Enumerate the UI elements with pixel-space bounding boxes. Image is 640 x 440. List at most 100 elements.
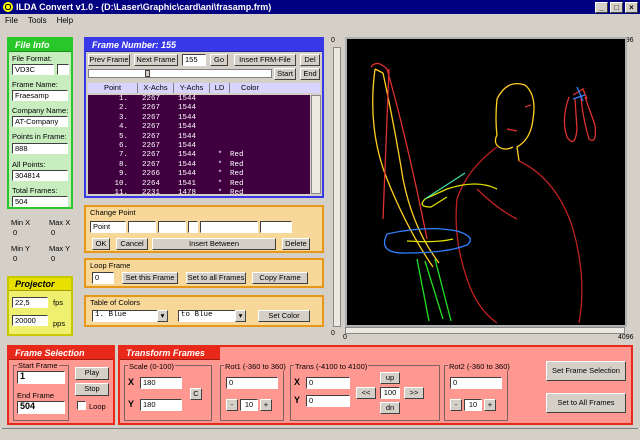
loop-frame-field[interactable]: 0 — [92, 272, 114, 284]
table-row[interactable]: 5. 2267 1544 — [88, 133, 310, 142]
scale-y-field[interactable]: 180 — [140, 399, 182, 411]
trans-down-button[interactable]: dn — [380, 402, 400, 414]
table-cell: 1544 — [178, 95, 197, 103]
cp-x-field[interactable] — [128, 221, 156, 233]
end-button[interactable]: End — [300, 68, 320, 80]
table-row[interactable]: 2. 2267 1544 — [88, 104, 310, 113]
end-frame-field[interactable]: 504 — [17, 401, 65, 414]
cancel-button[interactable]: Cancel — [116, 238, 148, 250]
table-row[interactable]: 11. 2231 1478 * Red — [88, 189, 310, 194]
cp-extra-field[interactable] — [260, 221, 292, 233]
prev-frame-button[interactable]: Prev Frame — [88, 54, 130, 66]
trans-up-button[interactable]: up — [380, 372, 400, 384]
rot2-increase-button[interactable]: + — [484, 399, 496, 411]
start-frame-field[interactable]: 1 — [17, 371, 65, 384]
stop-button[interactable]: Stop — [75, 383, 109, 396]
from-color-dropdown-icon[interactable]: ▾ — [157, 310, 168, 322]
to-color-dropdown-icon[interactable]: ▾ — [235, 310, 246, 322]
set-to-all-frames-transform-button[interactable]: Set to All Frames — [546, 393, 626, 413]
point-field[interactable]: Point — [90, 221, 126, 233]
trans-y-field[interactable]: 0 — [306, 395, 350, 407]
table-row[interactable]: 9. 2266 1544 * Red — [88, 170, 310, 179]
table-row[interactable]: 4. 2267 1544 — [88, 123, 310, 132]
table-row[interactable]: 10. 2264 1541 * Red — [88, 180, 310, 189]
table-row[interactable]: 7. 2267 1544 * Red — [88, 151, 310, 160]
table-cell: 9. — [118, 170, 128, 179]
start-button[interactable]: Start — [274, 68, 296, 80]
max-y-value: 0 — [51, 254, 56, 263]
next-frame-button[interactable]: Next Frame — [134, 54, 178, 66]
table-cell: 1544 — [178, 113, 197, 122]
close-button[interactable]: × — [625, 1, 638, 13]
frame-number-field[interactable]: 155 — [182, 54, 206, 66]
del-button[interactable]: Del — [300, 54, 320, 66]
cp-ld-checkbox[interactable] — [188, 221, 198, 233]
ruler-bottom-right: 4096 — [618, 334, 634, 341]
trans-x-field[interactable]: 0 — [306, 377, 350, 389]
vertical-ruler-scrollbar[interactable] — [333, 47, 341, 327]
trans-left-button[interactable]: << — [356, 387, 376, 399]
file-format-field[interactable]: VD3C — [12, 64, 54, 75]
file-format-extra-field[interactable] — [57, 64, 69, 75]
cp-color-select[interactable] — [200, 221, 258, 233]
set-color-button[interactable]: Set Color — [258, 310, 310, 322]
rot2-step-field[interactable]: 10 — [464, 399, 482, 411]
copy-frame-button[interactable]: Copy Frame — [252, 272, 308, 284]
trans-right-button[interactable]: >> — [404, 387, 424, 399]
table-cell: 1541 — [178, 179, 197, 188]
points-table-scrollbar[interactable] — [311, 95, 321, 194]
table-row[interactable]: 6. 2267 1544 — [88, 142, 310, 151]
trans-step-field[interactable]: 100 — [380, 387, 400, 399]
table-cell: 1544 — [178, 132, 197, 141]
set-this-frame-button[interactable]: Set this Frame — [122, 272, 178, 284]
table-cell — [210, 114, 230, 123]
table-row[interactable]: 8. 2267 1544 * Red — [88, 161, 310, 170]
frame-name-field[interactable]: Fraesamp — [12, 90, 68, 101]
table-cell: 11. — [114, 188, 128, 194]
delete-button[interactable]: Delete — [282, 238, 310, 250]
points-table[interactable]: 1. 2267 1544 2. 2267 1544 3. 2267 1544 4. 2267 1544… — [88, 95, 310, 194]
table-cell: * — [217, 188, 223, 194]
rot1-step-field[interactable]: 10 — [240, 399, 258, 411]
loop-frame-title: Loop Frame — [90, 261, 131, 270]
rot1-increase-button[interactable]: + — [260, 399, 272, 411]
menu-tools[interactable]: Tools — [23, 16, 52, 25]
table-of-colors-panel: Table of Colors 1. Blue ▾ to Blue ▾ Set … — [84, 295, 324, 327]
menu-file[interactable]: File — [0, 16, 23, 25]
go-button[interactable]: Go — [210, 54, 228, 66]
menu-help[interactable]: Help — [52, 16, 78, 25]
laser-preview-canvas[interactable] — [345, 37, 627, 327]
ok-button[interactable]: OK — [92, 238, 110, 250]
insert-frm-file-button[interactable]: Insert FRM-File — [234, 54, 296, 66]
rot1-decrease-button[interactable]: - — [226, 399, 238, 411]
rot2-decrease-button[interactable]: - — [450, 399, 462, 411]
maximize-button[interactable]: □ — [610, 1, 623, 13]
table-row[interactable]: 1. 2267 1544 — [88, 95, 310, 104]
table-cell — [210, 142, 230, 151]
rot2-group — [444, 365, 508, 421]
minimize-button[interactable]: _ — [595, 1, 608, 13]
company-name-field[interactable]: AT-Company — [12, 116, 68, 127]
rot2-field[interactable]: 0 — [450, 377, 502, 389]
scale-x-field[interactable]: 180 — [140, 377, 182, 389]
rot1-field[interactable]: 0 — [226, 377, 278, 389]
trans-x-label: X — [294, 377, 301, 387]
insert-between-button[interactable]: Insert Between — [152, 238, 276, 250]
table-cell: 1. — [118, 95, 128, 103]
frame-slider[interactable] — [88, 69, 272, 78]
canvas-frame — [372, 68, 440, 268]
table-row[interactable]: 3. 2267 1544 — [88, 114, 310, 123]
scale-link-button[interactable]: C — [190, 388, 202, 400]
loop-checkbox[interactable] — [77, 401, 86, 410]
set-to-all-frames-button[interactable]: Set to all Frames — [186, 272, 246, 284]
table-cell — [210, 95, 230, 104]
fps-field[interactable]: 22,5 — [12, 297, 48, 308]
projector-panel: Projector 22,5 fps 20000 pps — [7, 276, 73, 336]
play-button[interactable]: Play — [75, 367, 109, 380]
horizontal-ruler-scrollbar[interactable] — [345, 327, 625, 334]
pps-field[interactable]: 20000 — [12, 315, 48, 326]
set-frame-selection-button[interactable]: Set Frame Selection — [546, 361, 626, 381]
table-cell: * — [217, 179, 223, 188]
frame-slider-thumb[interactable] — [145, 70, 150, 77]
cp-y-field[interactable] — [158, 221, 186, 233]
